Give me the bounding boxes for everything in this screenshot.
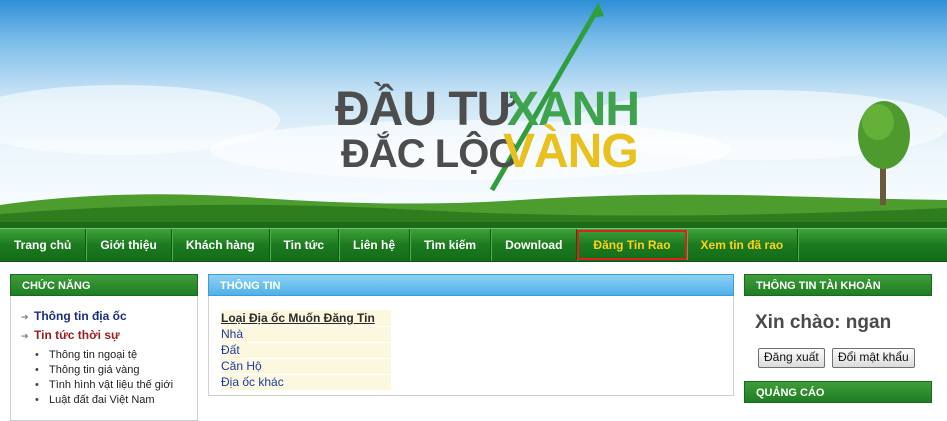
nav-list: Trang chủ Giới thiệu Khách hàng Tin tức Liên… <box>0 229 799 261</box>
property-type-heading: Loại Địa ốc Muốn Đăng Tin <box>221 310 391 326</box>
nav-item-1[interactable]: Giới thiệu <box>86 229 172 261</box>
ads-panel-title: QUẢNG CÁO <box>744 381 932 403</box>
nav-item-4[interactable]: Liên hệ <box>339 229 411 261</box>
account-panel: Xin chào: ngan Đăng xuất Đổi mật khẩu <box>744 296 932 376</box>
center-panel: Loại Địa ốc Muốn Đăng Tin Nhà Đất Căn Hộ… <box>208 296 734 396</box>
logo-text-dau-tu: ĐẦU TƯ <box>335 83 516 136</box>
sub-item-luat-dat-dai[interactable]: Luật đất đai Việt Nam <box>35 393 173 408</box>
property-option-can-ho[interactable]: Căn Hộ <box>221 358 391 374</box>
logo-text-dac-loc: ĐẮC LỘC <box>341 132 517 176</box>
left-panel-title: CHỨC NĂNG <box>10 274 198 296</box>
greeting-text: Xin chào: ngan <box>755 312 892 333</box>
arrow-right-icon: ➔ <box>21 312 29 322</box>
link-tin-tuc-thoi-su[interactable]: ➔ Tin tức thời sự <box>21 328 120 342</box>
property-option-dat[interactable]: Đất <box>221 342 391 358</box>
left-panel: ➔Thông tin địa ốc ➔Tin tức thời sự Thông… <box>10 296 198 421</box>
nav-item-3[interactable]: Tin tức <box>270 229 340 261</box>
property-option-khac[interactable]: Địa ốc khác <box>221 374 391 390</box>
center-panel-title: THÔNG TIN <box>208 274 734 296</box>
property-option-nha[interactable]: Nhà <box>221 326 391 342</box>
site-logo[interactable]: ĐẦU TƯ XANH ĐẮC LỘC VÀNG <box>335 80 645 190</box>
nav-item-6[interactable]: Download <box>491 229 578 261</box>
property-type-table: Loại Địa ốc Muốn Đăng Tin Nhà Đất Căn Hộ… <box>221 310 391 390</box>
sub-item-ngoai-te[interactable]: Thông tin ngoại tệ <box>35 348 173 363</box>
nav-item-5[interactable]: Tìm kiếm <box>410 229 492 261</box>
sub-item-vat-lieu[interactable]: Tình hình vật liệu thế giới <box>35 378 173 393</box>
logout-button[interactable]: Đăng xuất <box>758 348 825 368</box>
change-password-button[interactable]: Đổi mật khẩu <box>832 348 915 368</box>
logo-text-vang: VÀNG <box>503 125 639 178</box>
link-thong-tin-dia-oc[interactable]: ➔ Thông tin địa ốc <box>21 309 127 323</box>
nav-item-7[interactable]: Đăng Tin Rao <box>577 230 687 260</box>
arrow-right-icon: ➔ <box>21 331 29 341</box>
header-banner: ĐẦU TƯ XANH ĐẮC LỘC VÀNG <box>0 0 947 228</box>
nav-item-2[interactable]: Khách hàng <box>172 229 270 261</box>
sub-item-gia-vang[interactable]: Thông tin giá vàng <box>35 363 173 378</box>
main-navigation: Trang chủ Giới thiệu Khách hàng Tin tức Liên… <box>0 228 947 262</box>
news-sub-list: Thông tin ngoại tệ Thông tin giá vàng Tì… <box>35 348 173 408</box>
nav-item-8[interactable]: Xem tin đã rao <box>687 229 799 261</box>
right-panel-title: THÔNG TIN TÀI KHOẢN <box>744 274 932 296</box>
nav-item-0[interactable]: Trang chủ <box>0 229 87 261</box>
